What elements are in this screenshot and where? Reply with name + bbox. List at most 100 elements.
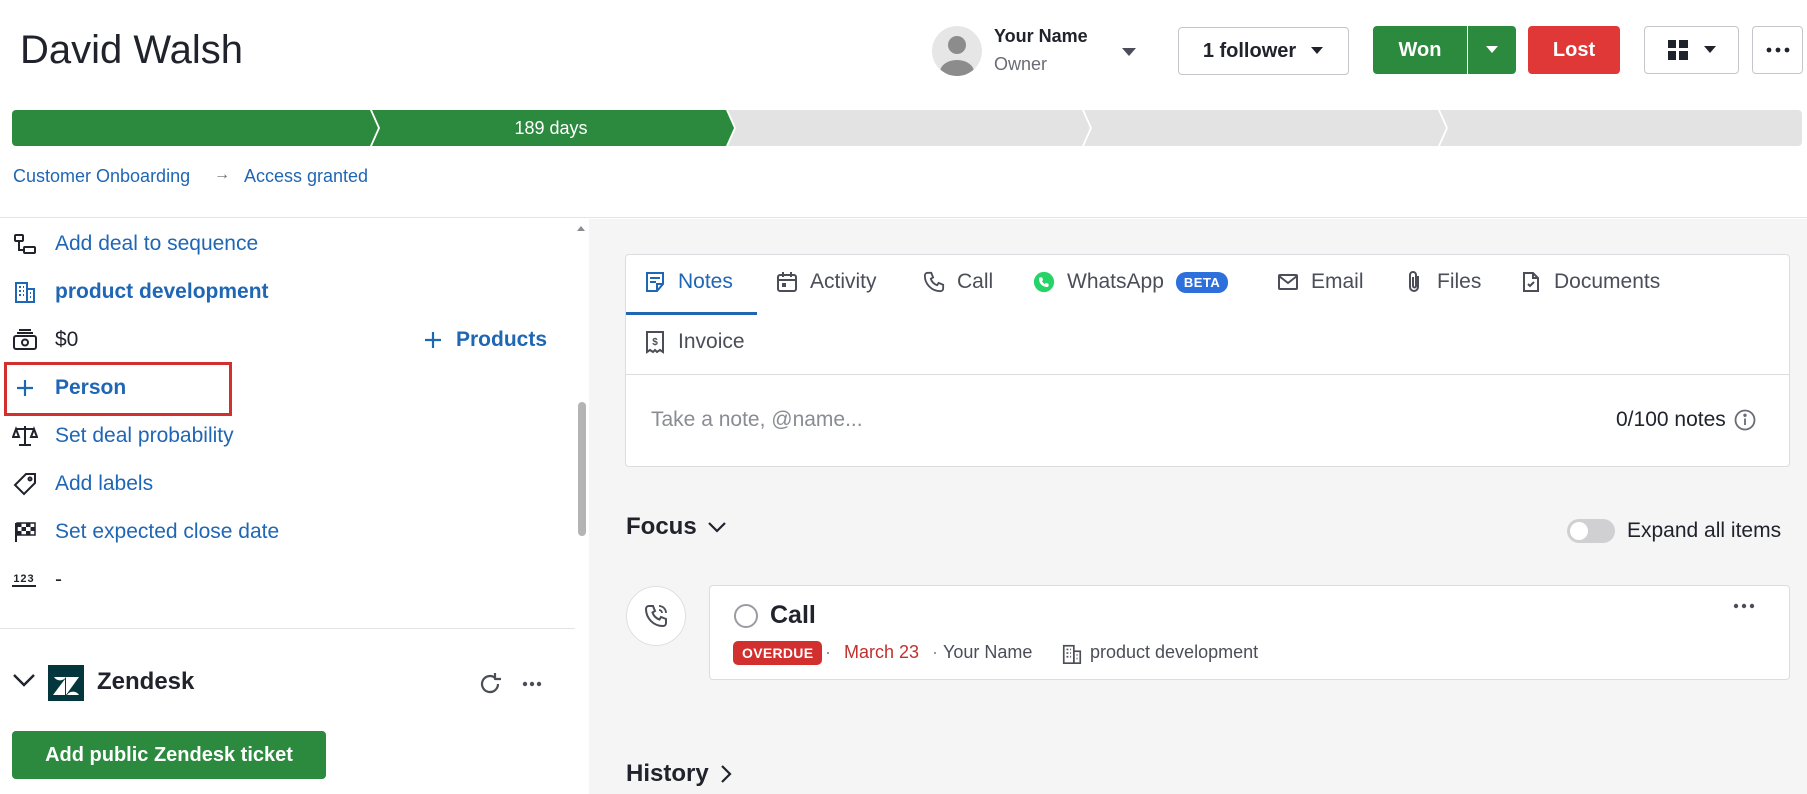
- pipeline-stage-5: [1440, 110, 1802, 146]
- tab-invoice[interactable]: $ Invoice: [644, 330, 745, 354]
- highlight-box: [4, 362, 232, 416]
- activity-assignee[interactable]: Your Name: [943, 642, 1032, 663]
- deal-header: David Walsh Your Name Owner 1 follower W…: [0, 0, 1807, 218]
- refresh-icon[interactable]: [477, 671, 503, 697]
- tab-activity-label: Activity: [810, 270, 877, 293]
- breadcrumb-pipeline[interactable]: Customer Onboarding: [13, 166, 190, 187]
- deal-title: David Walsh: [20, 28, 244, 72]
- whatsapp-icon: [1033, 271, 1055, 293]
- zendesk-more-icon[interactable]: [522, 681, 542, 687]
- tab-email[interactable]: Email: [1277, 270, 1364, 294]
- tab-activity[interactable]: Activity: [776, 270, 877, 294]
- deal-probability-row[interactable]: Set deal probability: [0, 416, 560, 456]
- tab-files[interactable]: Files: [1403, 270, 1481, 294]
- tab-whatsapp[interactable]: WhatsApp BETA: [1033, 270, 1229, 294]
- add-labels-link[interactable]: Add labels: [55, 472, 153, 496]
- activity-complete-checkbox[interactable]: [734, 604, 758, 628]
- mail-icon: [1278, 274, 1298, 290]
- organization-link[interactable]: product development: [55, 280, 269, 304]
- follower-button[interactable]: 1 follower: [1178, 27, 1349, 75]
- custom-number-row[interactable]: 123 -: [0, 560, 560, 600]
- caret-down-icon: [1311, 47, 1324, 54]
- info-icon: [1734, 409, 1756, 431]
- calendar-icon: [777, 272, 797, 292]
- notes-counter-text: 0/100 notes: [1616, 408, 1726, 431]
- plus-icon: [425, 332, 441, 348]
- phone-icon: [923, 271, 945, 293]
- tab-invoice-label: Invoice: [678, 330, 745, 353]
- activity-title[interactable]: Call: [770, 601, 816, 630]
- svg-text:$: $: [652, 337, 658, 348]
- sidebar-scrollbar-thumb[interactable]: [578, 402, 586, 536]
- activity-type-icon: [626, 586, 686, 646]
- phone-outgoing-icon: [644, 605, 667, 628]
- money-icon: [12, 327, 38, 353]
- document-icon: [1523, 272, 1539, 292]
- more-icon: [1766, 47, 1789, 53]
- view-switcher-button[interactable]: [1644, 26, 1739, 74]
- tab-call[interactable]: Call: [923, 270, 993, 294]
- caret-down-icon: [1703, 46, 1716, 53]
- activity-organization[interactable]: product development: [1090, 642, 1258, 663]
- owner-caret-down-icon[interactable]: [1120, 46, 1138, 58]
- expand-all-label[interactable]: Expand all items: [1627, 519, 1781, 543]
- breadcrumb-stage[interactable]: Access granted: [244, 166, 368, 187]
- chevron-right-icon: [720, 765, 732, 783]
- add-deal-to-sequence-row[interactable]: Add deal to sequence: [0, 224, 560, 264]
- add-products-button[interactable]: Products: [424, 328, 547, 352]
- history-title: History: [626, 760, 709, 787]
- lost-button[interactable]: Lost: [1528, 26, 1620, 74]
- tab-call-label: Call: [957, 270, 994, 293]
- pipeline-stage-3: [728, 110, 1090, 146]
- tab-files-label: Files: [1437, 270, 1482, 293]
- focus-section-toggle[interactable]: Focus: [626, 513, 727, 541]
- note-input[interactable]: Take a note, @name...: [651, 408, 863, 432]
- labels-row[interactable]: Add labels: [0, 464, 560, 504]
- close-date-row[interactable]: Set expected close date: [0, 512, 560, 552]
- overdue-badge: OVERDUE: [733, 641, 823, 665]
- pipeline-stages: [12, 110, 1802, 146]
- more-actions-button[interactable]: [1752, 26, 1803, 74]
- set-deal-probability-link[interactable]: Set deal probability: [55, 424, 234, 448]
- sequence-icon: [12, 231, 38, 257]
- organization-row[interactable]: product development: [0, 272, 560, 312]
- flag-icon: [12, 519, 38, 545]
- set-expected-close-date-link[interactable]: Set expected close date: [55, 520, 279, 544]
- add-zendesk-ticket-button[interactable]: Add public Zendesk ticket: [12, 731, 326, 779]
- tab-notes-label: Notes: [678, 270, 733, 293]
- notes-counter: 0/100 notes: [1616, 408, 1756, 432]
- scroll-up-icon: [577, 226, 585, 231]
- building-icon: [1061, 643, 1083, 665]
- follower-label: 1 follower: [1202, 39, 1297, 62]
- zendesk-collapse-chevron-down-icon[interactable]: [12, 672, 36, 688]
- add-deal-to-sequence-link[interactable]: Add deal to sequence: [55, 232, 258, 256]
- meta-separator: ·: [932, 642, 938, 662]
- tab-documents[interactable]: Documents: [1520, 270, 1660, 294]
- scale-icon: [12, 423, 38, 449]
- tab-documents-label: Documents: [1554, 270, 1661, 293]
- won-button[interactable]: Won: [1373, 26, 1467, 74]
- owner-avatar[interactable]: [932, 26, 982, 76]
- tab-email-label: Email: [1311, 270, 1364, 293]
- zendesk-logo: [48, 665, 84, 701]
- expand-all-toggle-knob: [1570, 522, 1588, 540]
- grid-view-icon: [1667, 40, 1688, 60]
- custom-number-value[interactable]: -: [55, 568, 62, 592]
- activity-date: March 23: [844, 642, 920, 662]
- zendesk-title: Zendesk: [97, 668, 195, 695]
- activity-card[interactable]: [709, 585, 1790, 680]
- pipeline-stage-1: [12, 110, 378, 146]
- caret-down-icon: [1486, 46, 1498, 53]
- tag-icon: [12, 471, 38, 497]
- deal-value[interactable]: $0: [55, 328, 78, 352]
- note-icon: [646, 272, 664, 292]
- beta-badge: BETA: [1175, 271, 1229, 293]
- history-section-toggle[interactable]: History: [626, 760, 733, 788]
- activity-more-icon[interactable]: [1733, 603, 1755, 609]
- owner-role: Owner: [994, 54, 1048, 74]
- won-options-button[interactable]: [1468, 26, 1516, 74]
- tab-whatsapp-label: WhatsApp: [1067, 270, 1164, 293]
- paperclip-icon: [1409, 271, 1419, 292]
- owner-name[interactable]: Your Name: [994, 26, 1088, 47]
- tab-notes[interactable]: Notes: [644, 270, 733, 294]
